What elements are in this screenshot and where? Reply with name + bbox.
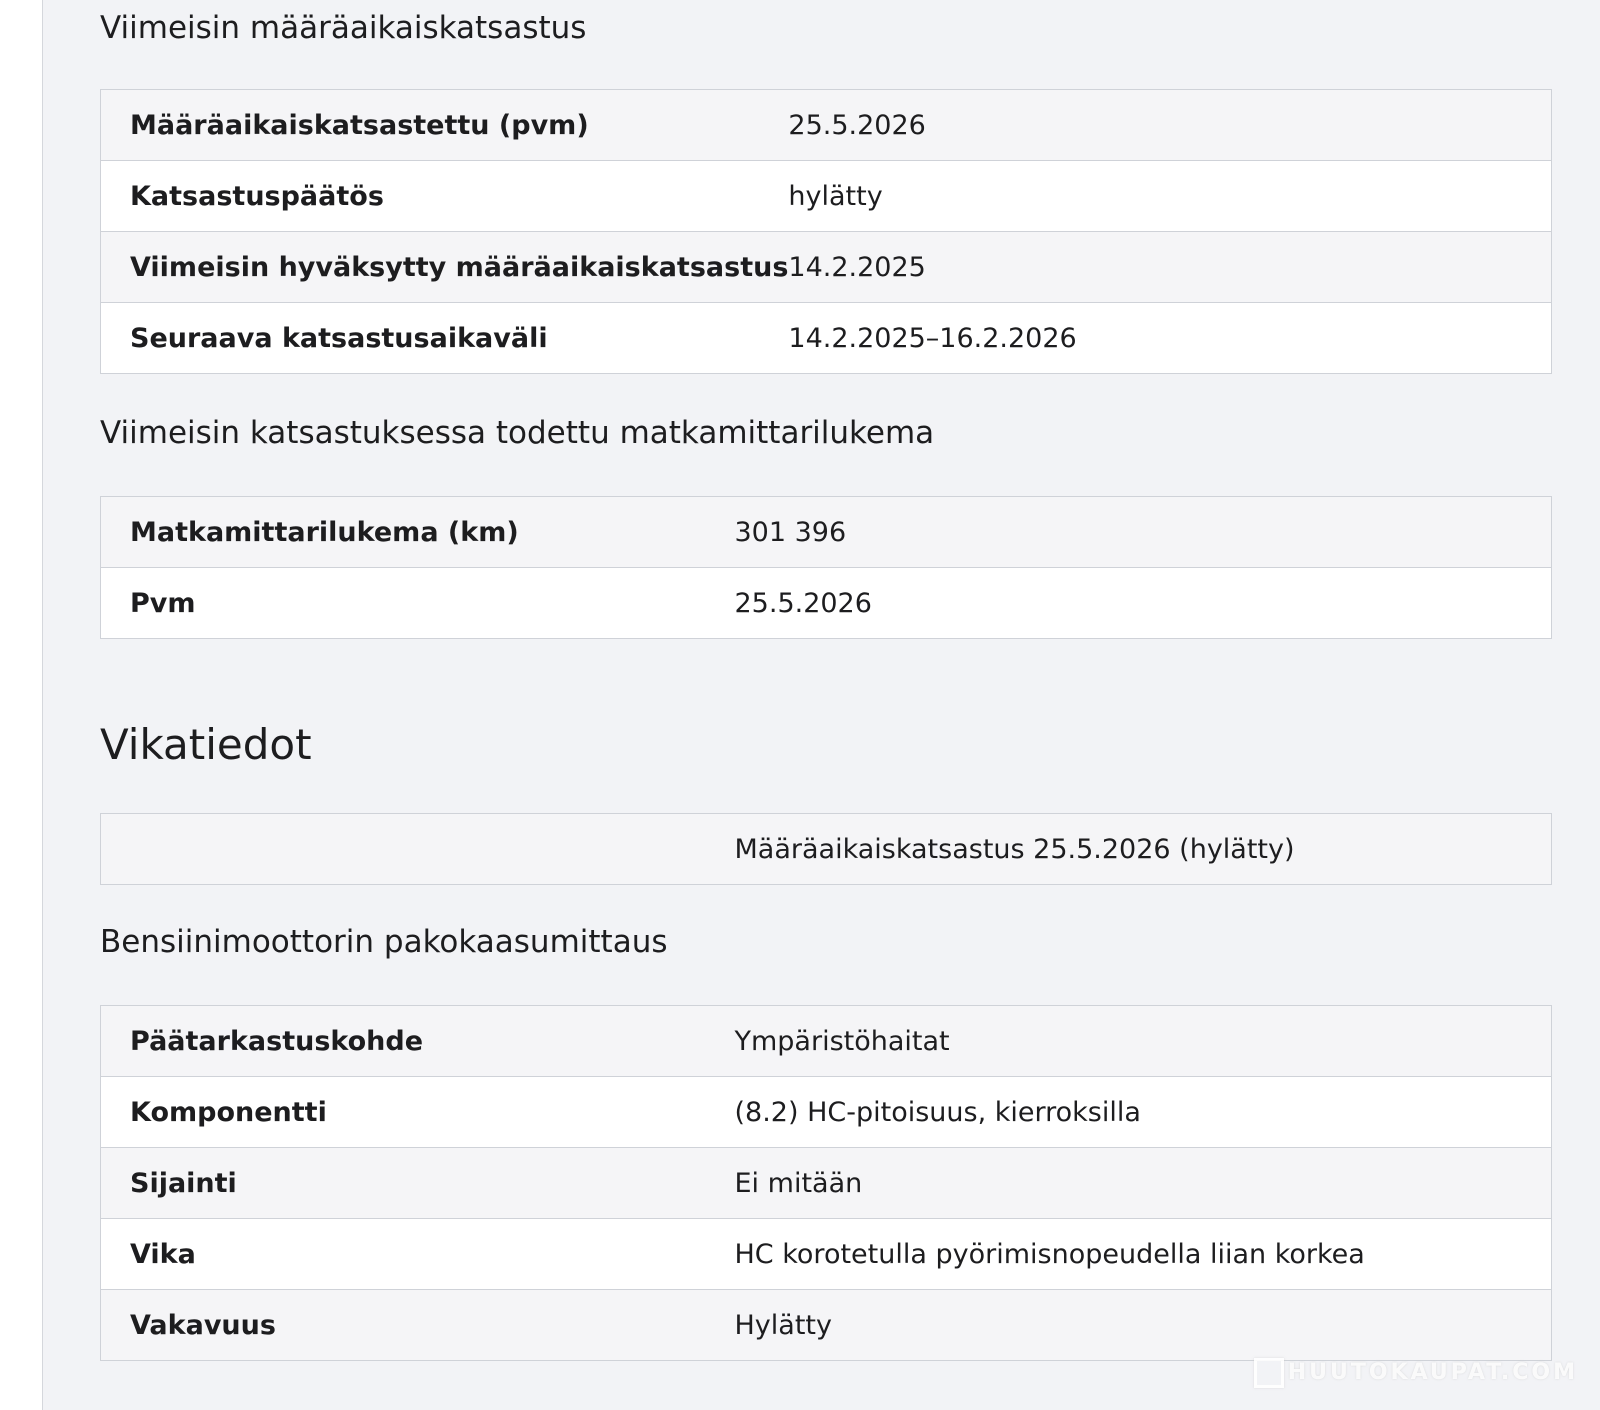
- table-row: Sijainti Ei mitään: [100, 1147, 1552, 1219]
- watermark-text: HUUTOKAUPAT.COM: [1287, 1360, 1578, 1385]
- row-value: 14.2.2025–16.2.2026: [788, 302, 1552, 374]
- table-row: Päätarkastuskohde Ympäristöhaitat: [100, 1005, 1552, 1077]
- row-value: 301 396: [734, 516, 847, 548]
- row-label: Sijainti: [100, 1147, 735, 1219]
- odometer-table: Matkamittarilukema (km) 301 396 Pvm 25.5…: [100, 496, 1552, 639]
- table-row: Komponentti (8.2) HC-pitoisuus, kierroks…: [100, 1076, 1552, 1148]
- exhaust-table: Päätarkastuskohde Ympäristöhaitat Kompon…: [100, 1005, 1552, 1361]
- faults-heading: Vikatiedot: [100, 720, 312, 769]
- table-row: Määräaikaiskatsastus 25.5.2026 (hylätty): [100, 813, 1552, 885]
- row-value: Määräaikaiskatsastus 25.5.2026 (hylätty): [734, 833, 1295, 865]
- row-label: Päätarkastuskohde: [130, 1025, 424, 1057]
- odometer-section-title: Viimeisin katsastuksessa todettu matkami…: [100, 415, 935, 451]
- table-row: Seuraava katsastusaikaväli 14.2.2025–16.…: [100, 302, 1552, 374]
- table-row: Viimeisin hyväksytty määräaikaiskatsastu…: [100, 231, 1552, 303]
- row-value: (8.2) HC-pitoisuus, kierroksilla: [734, 1076, 1552, 1148]
- row-label: Vakavuus: [100, 1289, 735, 1361]
- table-row: Vika HC korotetulla pyörimisnopeudella l…: [100, 1218, 1552, 1290]
- table-row: Matkamittarilukema (km) 301 396: [100, 496, 1552, 568]
- table-row: Katsastuspäätös hylätty: [100, 160, 1552, 232]
- table-row: Vakavuus Hylätty: [100, 1289, 1552, 1361]
- row-value: Ympäristöhaitat: [734, 1025, 950, 1057]
- left-gutter: [0, 0, 42, 1410]
- row-label: Matkamittarilukema (km): [130, 516, 519, 548]
- row-value: 14.2.2025: [788, 231, 1552, 303]
- row-value: Hylätty: [734, 1289, 1552, 1361]
- faults-summary-table: Määräaikaiskatsastus 25.5.2026 (hylätty): [100, 813, 1552, 885]
- exhaust-section-title: Bensiinimoottorin pakokaasumittaus: [100, 924, 668, 960]
- row-label: Määräaikaiskatsastettu (pvm): [130, 109, 589, 141]
- row-value: Ei mitään: [734, 1147, 1552, 1219]
- row-value: 25.5.2026: [788, 109, 926, 141]
- row-value: hylätty: [788, 160, 1552, 232]
- row-value: 25.5.2026: [734, 567, 1552, 639]
- house-icon: [1253, 1358, 1284, 1388]
- row-value: HC korotetulla pyörimisnopeudella liian …: [734, 1218, 1552, 1290]
- row-label: Komponentti: [100, 1076, 735, 1148]
- table-row: Määräaikaiskatsastettu (pvm) 25.5.2026: [100, 89, 1552, 161]
- row-label: Seuraava katsastusaikaväli: [100, 302, 789, 374]
- inspection-section-title: Viimeisin määräaikaiskatsastus: [100, 10, 587, 46]
- row-label: Viimeisin hyväksytty määräaikaiskatsastu…: [100, 231, 789, 303]
- inspection-table: Määräaikaiskatsastettu (pvm) 25.5.2026 K…: [100, 89, 1552, 374]
- content-area: Viimeisin määräaikaiskatsastus Määräaika…: [42, 0, 1600, 1410]
- row-label: Pvm: [100, 567, 735, 639]
- page: Viimeisin määräaikaiskatsastus Määräaika…: [0, 0, 1600, 1410]
- row-label: Vika: [100, 1218, 735, 1290]
- row-label: Katsastuspäätös: [100, 160, 789, 232]
- watermark-logo: HUUTOKAUPAT.COM: [1253, 1358, 1578, 1388]
- table-row: Pvm 25.5.2026: [100, 567, 1552, 639]
- row-label: [101, 814, 735, 885]
